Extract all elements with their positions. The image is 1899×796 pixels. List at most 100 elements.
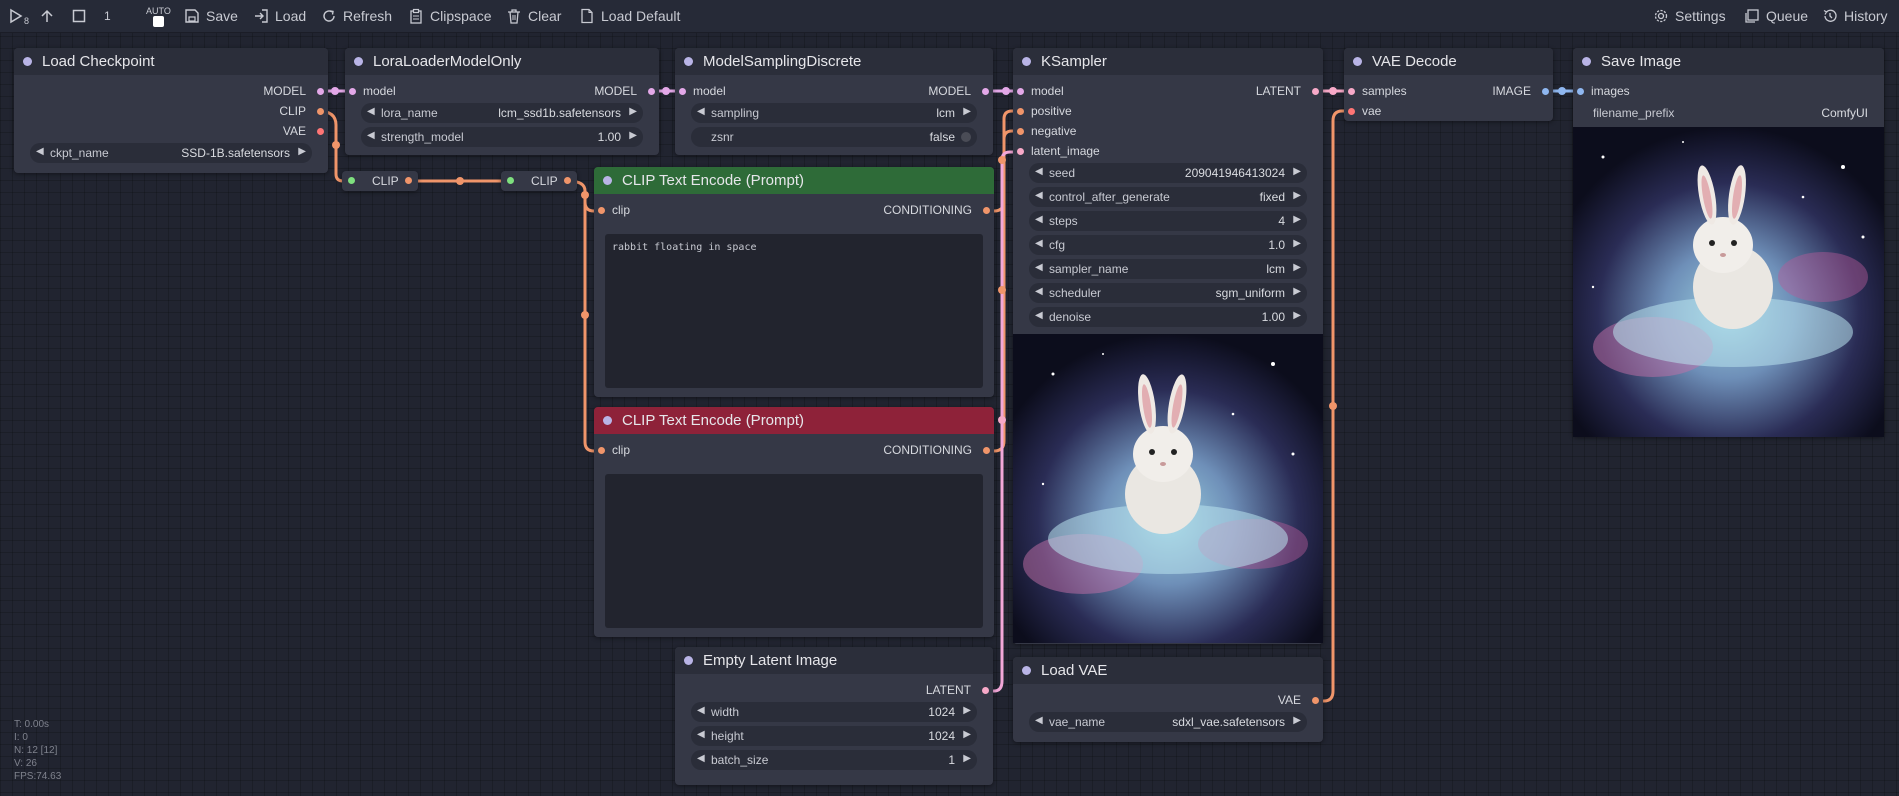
node-clip-text-encode-positive[interactable]: CLIP Text Encode (Prompt) clip CONDITION… <box>594 167 994 397</box>
arrow-left-icon[interactable]: ◀ <box>697 753 705 764</box>
input-images-slot[interactable] <box>1577 88 1584 95</box>
arrow-right-icon[interactable]: ▶ <box>1293 190 1301 201</box>
clear-button[interactable]: Clear <box>506 0 561 32</box>
sampler-name-combo[interactable]: ◀ sampler_name lcm ▶ <box>1029 259 1307 279</box>
collapse-dot[interactable] <box>603 176 612 185</box>
queue-front-button[interactable] <box>40 0 54 32</box>
collapse-dot[interactable] <box>1022 57 1031 66</box>
input-clip-slot[interactable] <box>598 207 605 214</box>
width-number[interactable]: ◀ width 1024 ▶ <box>691 702 977 722</box>
node-title-bar[interactable]: CLIP Text Encode (Prompt) <box>594 407 994 434</box>
collapse-dot[interactable] <box>1353 57 1362 66</box>
control-after-generate-combo[interactable]: ◀ control_after_generate fixed ▶ <box>1029 187 1307 207</box>
node-model-sampling-discrete[interactable]: ModelSamplingDiscrete model MODEL ◀ samp… <box>675 48 993 155</box>
vae-name-combo[interactable]: ◀ vae_name sdxl_vae.safetensors ▶ <box>1029 712 1307 732</box>
arrow-left-icon[interactable]: ◀ <box>1035 310 1043 321</box>
auto-queue-toggle[interactable]: AUTO <box>146 0 171 32</box>
denoise-number[interactable]: ◀ denoise 1.00 ▶ <box>1029 307 1307 327</box>
history-button[interactable]: History <box>1822 0 1888 32</box>
arrow-right-icon[interactable]: ▶ <box>629 130 637 141</box>
arrow-left-icon[interactable]: ◀ <box>697 705 705 716</box>
node-empty-latent-image[interactable]: Empty Latent Image LATENT ◀ width 1024 ▶… <box>675 647 993 785</box>
arrow-left-icon[interactable]: ◀ <box>367 106 375 117</box>
node-title-bar[interactable]: KSampler <box>1013 48 1323 75</box>
input-model-slot[interactable] <box>349 88 356 95</box>
cfg-number[interactable]: ◀ cfg 1.0 ▶ <box>1029 235 1307 255</box>
node-title-bar[interactable]: VAE Decode <box>1344 48 1553 75</box>
node-title-bar[interactable]: CLIP Text Encode (Prompt) <box>594 167 994 194</box>
arrow-right-icon[interactable]: ▶ <box>963 729 971 740</box>
zsnr-toggle[interactable]: zsnr false <box>691 127 977 147</box>
arrow-right-icon[interactable]: ▶ <box>1293 715 1301 726</box>
input-model-slot[interactable] <box>1017 88 1024 95</box>
input-samples-slot[interactable] <box>1348 88 1355 95</box>
output-vae-slot[interactable] <box>317 128 324 135</box>
arrow-right-icon[interactable]: ▶ <box>1293 238 1301 249</box>
arrow-left-icon[interactable]: ◀ <box>1035 166 1043 177</box>
settings-button[interactable]: Settings <box>1653 0 1726 32</box>
output-slot[interactable] <box>564 177 571 184</box>
load-default-button[interactable]: Load Default <box>579 0 680 32</box>
lora-name-combo[interactable]: ◀ lora_name lcm_ssd1b.safetensors ▶ <box>361 103 643 123</box>
ckpt-name-combo[interactable]: ◀ ckpt_name SSD-1B.safetensors ▶ <box>30 143 312 163</box>
output-conditioning-slot[interactable] <box>983 207 990 214</box>
arrow-right-icon[interactable]: ▶ <box>1293 262 1301 273</box>
node-title-bar[interactable]: Empty Latent Image <box>675 647 993 674</box>
node-clip-text-encode-negative[interactable]: CLIP Text Encode (Prompt) clip CONDITION… <box>594 407 994 637</box>
input-slot[interactable] <box>348 177 355 184</box>
arrow-right-icon[interactable]: ▶ <box>1293 310 1301 321</box>
auto-checkbox[interactable] <box>152 15 164 27</box>
output-conditioning-slot[interactable] <box>983 447 990 454</box>
refresh-button[interactable]: Refresh <box>321 0 392 32</box>
reroute-clip-1[interactable]: CLIP <box>342 171 418 191</box>
input-latent-slot[interactable] <box>1017 148 1024 155</box>
prompt-textarea[interactable]: rabbit floating in space <box>605 234 983 388</box>
sampling-combo[interactable]: ◀ sampling lcm ▶ <box>691 103 977 123</box>
seed-number[interactable]: ◀ seed 209041946413024 ▶ <box>1029 163 1307 183</box>
arrow-right-icon[interactable]: ▶ <box>1293 286 1301 297</box>
queue-prompt-button[interactable]: 8 <box>8 0 29 32</box>
collapse-dot[interactable] <box>23 57 32 66</box>
arrow-right-icon[interactable]: ▶ <box>963 106 971 117</box>
node-load-checkpoint[interactable]: Load Checkpoint MODEL CLIP VAE ◀ ckpt_na… <box>14 48 328 173</box>
batch-size-number[interactable]: ◀ batch_size 1 ▶ <box>691 750 977 770</box>
scheduler-combo[interactable]: ◀ scheduler sgm_uniform ▶ <box>1029 283 1307 303</box>
arrow-right-icon[interactable]: ▶ <box>629 106 637 117</box>
collapse-dot[interactable] <box>603 416 612 425</box>
arrow-left-icon[interactable]: ◀ <box>697 106 705 117</box>
clipspace-button[interactable]: Clipspace <box>408 0 491 32</box>
node-title-bar[interactable]: ModelSamplingDiscrete <box>675 48 993 75</box>
collapse-dot[interactable] <box>1022 666 1031 675</box>
node-save-image[interactable]: Save Image images filename_prefix ComfyU… <box>1573 48 1884 437</box>
output-vae-slot[interactable] <box>1312 697 1319 704</box>
collapse-dot[interactable] <box>1582 57 1591 66</box>
output-model-slot[interactable] <box>982 88 989 95</box>
strength-model-number[interactable]: ◀ strength_model 1.00 ▶ <box>361 127 643 147</box>
output-slot[interactable] <box>405 177 412 184</box>
load-button[interactable]: Load <box>253 0 306 32</box>
node-ksampler[interactable]: KSampler model positive negative latent_… <box>1013 48 1323 644</box>
output-image-slot[interactable] <box>1542 88 1549 95</box>
node-title-bar[interactable]: Load Checkpoint <box>14 48 328 75</box>
collapse-dot[interactable] <box>684 57 693 66</box>
output-clip-slot[interactable] <box>317 108 324 115</box>
input-negative-slot[interactable] <box>1017 128 1024 135</box>
arrow-right-icon[interactable]: ▶ <box>1293 166 1301 177</box>
arrow-right-icon[interactable]: ▶ <box>1293 214 1301 225</box>
arrow-left-icon[interactable]: ◀ <box>36 146 44 157</box>
arrow-left-icon[interactable]: ◀ <box>1035 262 1043 273</box>
queue-button[interactable]: Queue <box>1744 0 1808 32</box>
input-positive-slot[interactable] <box>1017 108 1024 115</box>
node-title-bar[interactable]: Save Image <box>1573 48 1884 75</box>
batch-count-input[interactable]: 1 <box>104 0 111 32</box>
arrow-left-icon[interactable]: ◀ <box>1035 238 1043 249</box>
input-model-slot[interactable] <box>679 88 686 95</box>
arrow-left-icon[interactable]: ◀ <box>367 130 375 141</box>
arrow-left-icon[interactable]: ◀ <box>697 729 705 740</box>
node-vae-decode[interactable]: VAE Decode samples vae IMAGE <box>1344 48 1553 121</box>
input-vae-slot[interactable] <box>1348 108 1355 115</box>
arrow-left-icon[interactable]: ◀ <box>1035 214 1043 225</box>
output-latent-slot[interactable] <box>982 687 989 694</box>
arrow-right-icon[interactable]: ▶ <box>963 705 971 716</box>
collapse-dot[interactable] <box>354 57 363 66</box>
